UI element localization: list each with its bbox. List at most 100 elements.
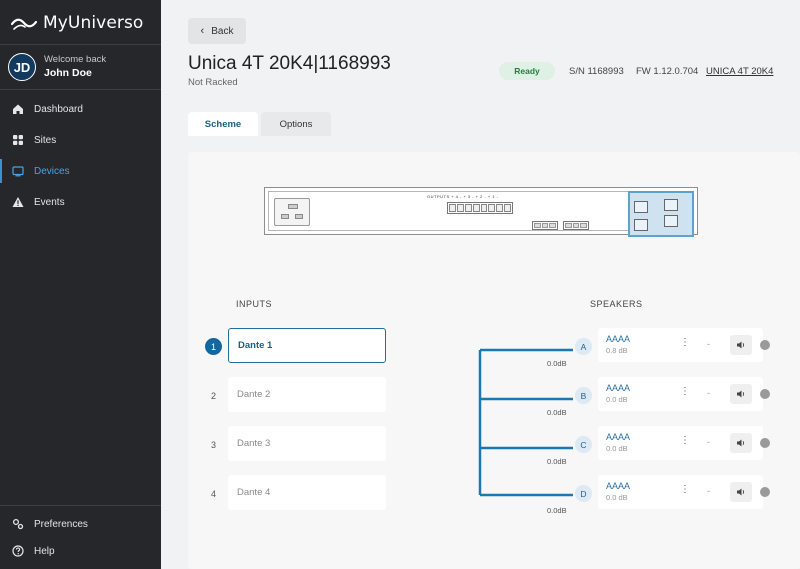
output-terminal-block xyxy=(447,202,513,214)
sidebar-item-label: Preferences xyxy=(34,518,88,530)
avatar: JD xyxy=(8,53,36,81)
speaker-card-b[interactable]: AAAA 0.0 dB ⋮ - xyxy=(598,377,770,411)
input-terminal-a xyxy=(532,221,558,230)
speaker-volume-icon xyxy=(737,390,745,398)
input-number: 2 xyxy=(210,390,216,401)
speaker-level: 0.8 dB xyxy=(606,346,628,355)
volume-button[interactable] xyxy=(730,482,752,502)
speaker-letter: D xyxy=(575,485,592,502)
welcome-text: Welcome back xyxy=(44,54,107,65)
speaker-volume-icon xyxy=(737,341,745,349)
ethernet-port xyxy=(634,219,648,231)
tab-bar: Scheme Options xyxy=(188,112,331,136)
speaker-name: AAAA xyxy=(606,334,631,344)
speaker-card-c[interactable]: AAAA 0.0 dB ⋮ - xyxy=(598,426,770,460)
back-label: Back xyxy=(211,25,234,37)
help-icon xyxy=(11,544,25,558)
status-led xyxy=(760,340,770,350)
sidebar-item-label: Sites xyxy=(34,134,57,146)
rack-faceplate: OUTPUTS + 4 - + 3 - + 2 - + 1 - xyxy=(268,191,694,237)
universo-logo-icon xyxy=(11,18,37,30)
status-led xyxy=(760,487,770,497)
channel-gain: 0.0dB xyxy=(547,506,567,515)
speaker-placeholder: - xyxy=(707,437,710,447)
tab-scheme[interactable]: Scheme xyxy=(188,112,258,136)
input-terminal-b xyxy=(563,221,589,230)
back-button[interactable]: ‹ Back xyxy=(188,18,246,44)
home-icon xyxy=(11,102,25,116)
volume-button[interactable] xyxy=(730,335,752,355)
main-content: ‹ Back Unica 4T 20K4|1168993 Not Racked … xyxy=(161,0,800,569)
more-vertical-icon[interactable]: ⋮ xyxy=(680,338,690,348)
input-dante-2[interactable]: Dante 2 xyxy=(228,377,386,412)
speaker-level: 0.0 dB xyxy=(606,444,628,453)
speaker-volume-icon xyxy=(737,488,745,496)
status-led xyxy=(760,389,770,399)
sidebar-item-dashboard[interactable]: Dashboard xyxy=(0,95,161,123)
tab-options[interactable]: Options xyxy=(261,112,331,136)
channel-gain: 0.0dB xyxy=(547,457,567,466)
speakers-title: SPEAKERS xyxy=(590,299,643,309)
speaker-placeholder: - xyxy=(707,339,710,349)
sidebar-item-sites[interactable]: Sites xyxy=(0,126,161,154)
sidebar-item-events[interactable]: Events xyxy=(0,188,161,216)
speaker-volume-icon xyxy=(737,439,745,447)
speaker-name: AAAA xyxy=(606,432,631,442)
firmware-version: FW 1.12.0.704 xyxy=(636,66,699,77)
sidebar-item-preferences[interactable]: Preferences xyxy=(0,510,161,538)
speaker-card-d[interactable]: AAAA 0.0 dB ⋮ - xyxy=(598,475,770,509)
channel-gain: 0.0dB xyxy=(547,408,567,417)
sidebar-item-label: Dashboard xyxy=(34,103,83,115)
sidebar-item-devices[interactable]: Devices xyxy=(0,157,161,185)
speaker-letter: C xyxy=(575,436,592,453)
sidebar-divider xyxy=(0,89,161,90)
scheme-panel: OUTPUTS + 4 - + 3 - + 2 - + 1 - INPUTS S… xyxy=(188,152,800,569)
speaker-placeholder: - xyxy=(707,486,710,496)
speaker-name: AAAA xyxy=(606,383,631,393)
user-profile[interactable]: JD Welcome back John Doe xyxy=(8,53,106,81)
app-logo[interactable]: MyUniverso xyxy=(11,10,143,36)
page-title: Unica 4T 20K4|1168993 xyxy=(188,53,391,74)
serial-number: S/N 1168993 xyxy=(569,66,624,77)
device-rack-image: OUTPUTS + 4 - + 3 - + 2 - + 1 - xyxy=(264,187,698,237)
gears-icon xyxy=(11,517,25,531)
input-number: 4 xyxy=(210,488,216,499)
speaker-letter: A xyxy=(575,338,592,355)
channel-gain: 0.0dB xyxy=(547,359,567,368)
warning-icon xyxy=(11,195,25,209)
grid-icon xyxy=(11,133,25,147)
speaker-level: 0.0 dB xyxy=(606,395,628,404)
more-vertical-icon[interactable]: ⋮ xyxy=(680,387,690,397)
speaker-letter: B xyxy=(575,387,592,404)
chevron-left-icon: ‹ xyxy=(200,25,205,37)
ethernet-port xyxy=(634,201,648,213)
ethernet-port xyxy=(664,199,678,211)
status-badge: Ready xyxy=(499,62,555,80)
input-dante-3[interactable]: Dante 3 xyxy=(228,426,386,461)
model-link[interactable]: UNICA 4T 20K4 xyxy=(706,66,773,77)
speaker-level: 0.0 dB xyxy=(606,493,628,502)
sidebar: MyUniverso JD Welcome back John Doe Dash… xyxy=(0,0,161,569)
speaker-card-a[interactable]: AAAA 0.8 dB ⋮ - xyxy=(598,328,770,362)
dante-network-module xyxy=(628,191,694,237)
sidebar-divider xyxy=(0,505,161,506)
outputs-print: OUTPUTS + 4 - + 3 - + 2 - + 1 - xyxy=(427,194,499,199)
input-dante-4[interactable]: Dante 4 xyxy=(228,475,386,510)
page-subtitle: Not Racked xyxy=(188,77,238,88)
input-dante-1[interactable]: Dante 1 xyxy=(228,328,386,363)
input-number: 3 xyxy=(210,439,216,450)
volume-button[interactable] xyxy=(730,384,752,404)
sidebar-item-help[interactable]: Help xyxy=(0,537,161,565)
sidebar-item-label: Devices xyxy=(34,165,70,177)
ethernet-port xyxy=(664,215,678,227)
monitor-icon xyxy=(11,164,25,178)
more-vertical-icon[interactable]: ⋮ xyxy=(680,436,690,446)
sidebar-item-label: Help xyxy=(34,545,55,557)
speaker-name: AAAA xyxy=(606,481,631,491)
more-vertical-icon[interactable]: ⋮ xyxy=(680,485,690,495)
sidebar-divider xyxy=(0,44,161,45)
sidebar-item-label: Events xyxy=(34,196,65,208)
input-number: 1 xyxy=(205,338,222,355)
volume-button[interactable] xyxy=(730,433,752,453)
inputs-title: INPUTS xyxy=(236,299,273,309)
